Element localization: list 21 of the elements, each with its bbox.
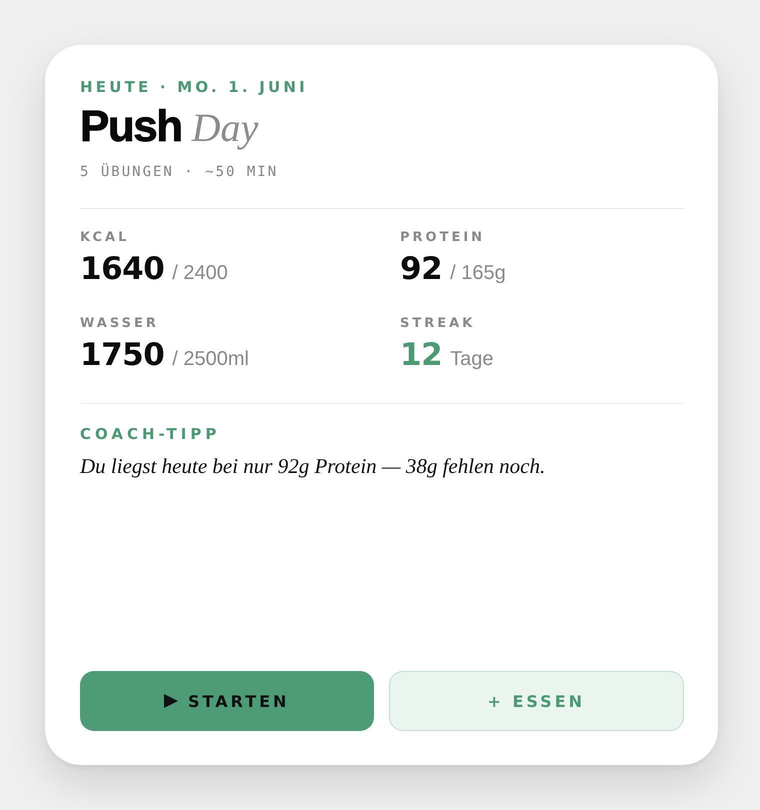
stat-label: STREAK — [400, 315, 476, 333]
start-button[interactable]: STARTEN — [80, 671, 374, 731]
workout-summary: 5 ÜBUNGEN · ~50 MIN — [80, 162, 278, 182]
stat-target: Tage — [450, 347, 494, 372]
add-food-button[interactable]: + ESSEN — [388, 671, 684, 731]
stat-label: WASSER — [80, 315, 159, 333]
stat-value: 12 — [400, 336, 442, 375]
stat-label: KCAL — [80, 229, 130, 247]
workout-title: Push — [80, 101, 182, 153]
date-label: HEUTE · MO. 1. JUNI — [80, 77, 308, 97]
stat-target: / 165g — [450, 261, 506, 286]
stat-target: / 2400 — [172, 261, 228, 286]
stat-value: 1750 — [80, 336, 164, 375]
stat-target: / 2500ml — [172, 347, 249, 372]
stat-value: 92 — [400, 250, 442, 289]
stat-label: PROTEIN — [400, 229, 486, 247]
stat-value: 1640 — [80, 250, 164, 289]
coach-tip-text: Du liegst heute bei nur 92g Protein — 38g fehlen noch. — [80, 453, 546, 480]
coach-label: COACH-TIPP — [80, 424, 220, 444]
workout-title-accent: Day — [192, 104, 258, 152]
play-icon — [164, 694, 178, 708]
